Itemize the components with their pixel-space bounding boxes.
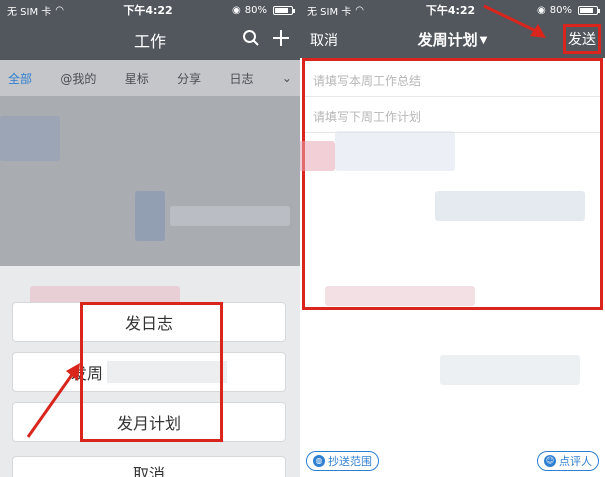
tab-log[interactable]: 日志 — [230, 70, 254, 87]
highlight-box — [80, 302, 223, 442]
send-button[interactable]: 发送 — [563, 24, 601, 54]
blurred-text — [335, 131, 455, 171]
search-icon[interactable] — [242, 28, 260, 52]
reviewer-button[interactable]: ☺ 点评人 — [537, 451, 599, 471]
tab-mentions[interactable]: @我的 — [60, 70, 96, 87]
battery-percent: 80% — [244, 4, 267, 16]
filter-tabs: 全部 @我的 星标 分享 日志 ⌄ — [0, 60, 300, 96]
page-title: 工作 — [133, 32, 166, 51]
weekly-summary-input[interactable]: 请填写本周工作总结 — [305, 61, 600, 97]
wifi-icon: ◠ — [355, 4, 365, 16]
tab-starred[interactable]: 星标 — [125, 70, 149, 87]
nav-bar: 工作 — [0, 20, 300, 60]
battery-percent: 80% — [549, 4, 572, 16]
wifi-icon: ◠ — [55, 4, 65, 16]
rotation-lock-icon: ◉ — [232, 4, 241, 16]
battery-icon — [273, 5, 295, 15]
right-screen: 无 SIM 卡 ◠ 下午4:22 ◉ 80% 取消 发周计划 ▼ 发送 请填写本周… — [300, 0, 605, 477]
chevron-down-icon[interactable]: ⌄ — [282, 71, 292, 85]
send-label: 发送 — [568, 32, 596, 48]
page-title[interactable]: 发周计划 ▼ — [300, 29, 605, 50]
globe-icon: ◍ — [313, 455, 325, 467]
clock: 下午4:22 — [123, 4, 173, 17]
person-icon: ☺ — [544, 455, 556, 467]
blurred-feed — [0, 96, 300, 266]
carrier-label: 无 SIM 卡 — [7, 6, 52, 18]
next-week-plan-placeholder: 请填写下周工作计划 — [313, 110, 422, 124]
weekly-summary-placeholder: 请填写本周工作总结 — [313, 74, 422, 88]
nav-bar: 取消 发周计划 ▼ 发送 — [300, 20, 605, 58]
status-bar: 无 SIM 卡 ◠ 下午4:22 ◉ 80% — [300, 0, 605, 20]
blurred-avatar — [135, 191, 165, 241]
status-bar: 无 SIM 卡 ◠ 下午4:22 ◉ 80% — [0, 0, 300, 20]
arrow-annotation-icon — [483, 4, 546, 38]
next-week-plan-input[interactable]: 请填写下周工作计划 — [305, 97, 600, 133]
editor-highlight-box: 请填写本周工作总结 请填写下周工作计划 — [300, 58, 603, 310]
cc-scope-button[interactable]: ◍ 抄送范围 — [306, 451, 379, 471]
clock: 下午4:22 — [425, 4, 476, 17]
tab-all[interactable]: 全部 — [8, 70, 32, 87]
blurred-text — [435, 191, 585, 221]
page-title-label: 发周计划 — [417, 31, 478, 49]
carrier-label: 无 SIM 卡 — [307, 6, 352, 18]
left-screen: 无 SIM 卡 ◠ 下午4:22 ◉ 80% 工作 全部 @我的 星标 分享 日… — [0, 0, 300, 477]
cancel-button[interactable]: 取消 — [12, 456, 286, 477]
tab-shared[interactable]: 分享 — [177, 70, 201, 87]
plus-icon[interactable] — [272, 28, 290, 52]
reviewer-label: 点评人 — [559, 455, 592, 468]
blurred-text — [325, 286, 475, 306]
blurred-text — [300, 141, 335, 171]
arrow-annotation-icon — [26, 363, 80, 438]
battery-icon — [578, 5, 600, 15]
cc-scope-label: 抄送范围 — [328, 455, 372, 468]
blurred-text — [170, 206, 290, 226]
blurred-text — [440, 355, 580, 385]
blurred-avatar — [0, 116, 60, 161]
bottom-toolbar: ◍ 抄送范围 ☺ 点评人 — [300, 443, 605, 477]
